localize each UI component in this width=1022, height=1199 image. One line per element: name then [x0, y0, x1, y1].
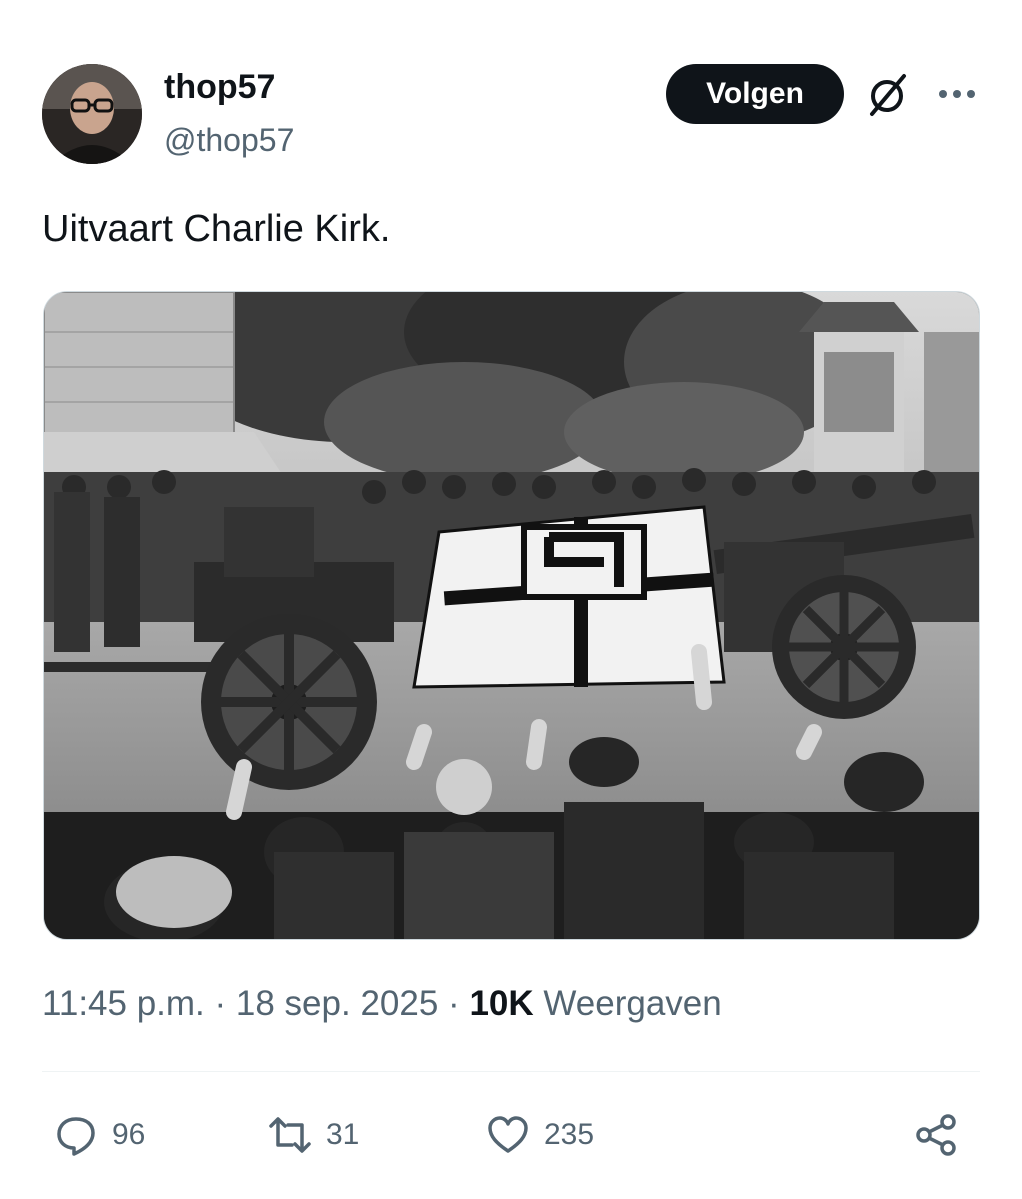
meta-separator: · [448, 984, 460, 1023]
grok-icon[interactable] [864, 72, 910, 118]
display-name[interactable]: thop57 [164, 68, 275, 107]
share-icon [916, 1114, 956, 1156]
action-bar: 96 31 235 [42, 1100, 980, 1170]
avatar-image [42, 64, 142, 164]
retweet-button[interactable]: 31 [268, 1100, 359, 1170]
more-icon[interactable] [934, 82, 980, 106]
reply-count: 96 [112, 1118, 146, 1151]
meta-separator: · [214, 984, 227, 1023]
tweet-text: Uitvaart Charlie Kirk. [42, 208, 391, 250]
retweet-icon [269, 1117, 311, 1153]
tweet-header: thop57 @thop57 Volgen [42, 64, 980, 166]
reply-button[interactable]: 96 [54, 1100, 145, 1170]
divider [42, 1071, 980, 1072]
retweet-count: 31 [326, 1118, 360, 1151]
heart-icon [488, 1116, 528, 1153]
share-button[interactable] [914, 1100, 958, 1170]
like-count: 235 [544, 1118, 595, 1151]
tweet-time[interactable]: 11:45 p.m. [42, 984, 205, 1023]
user-handle[interactable]: @thop57 [164, 122, 294, 159]
views-count: 10K [469, 984, 534, 1023]
views-label: Weergaven [543, 984, 722, 1023]
tweet-date[interactable]: 18 sep. 2025 [236, 984, 438, 1023]
like-button[interactable]: 235 [486, 1100, 594, 1170]
avatar[interactable] [42, 64, 142, 164]
tweet-photo[interactable] [43, 291, 980, 940]
reply-icon [57, 1117, 95, 1156]
follow-button[interactable]: Volgen [666, 64, 844, 124]
tweet-meta: 11:45 p.m. · 18 sep. 2025 · 10K Weergave… [42, 984, 722, 1024]
